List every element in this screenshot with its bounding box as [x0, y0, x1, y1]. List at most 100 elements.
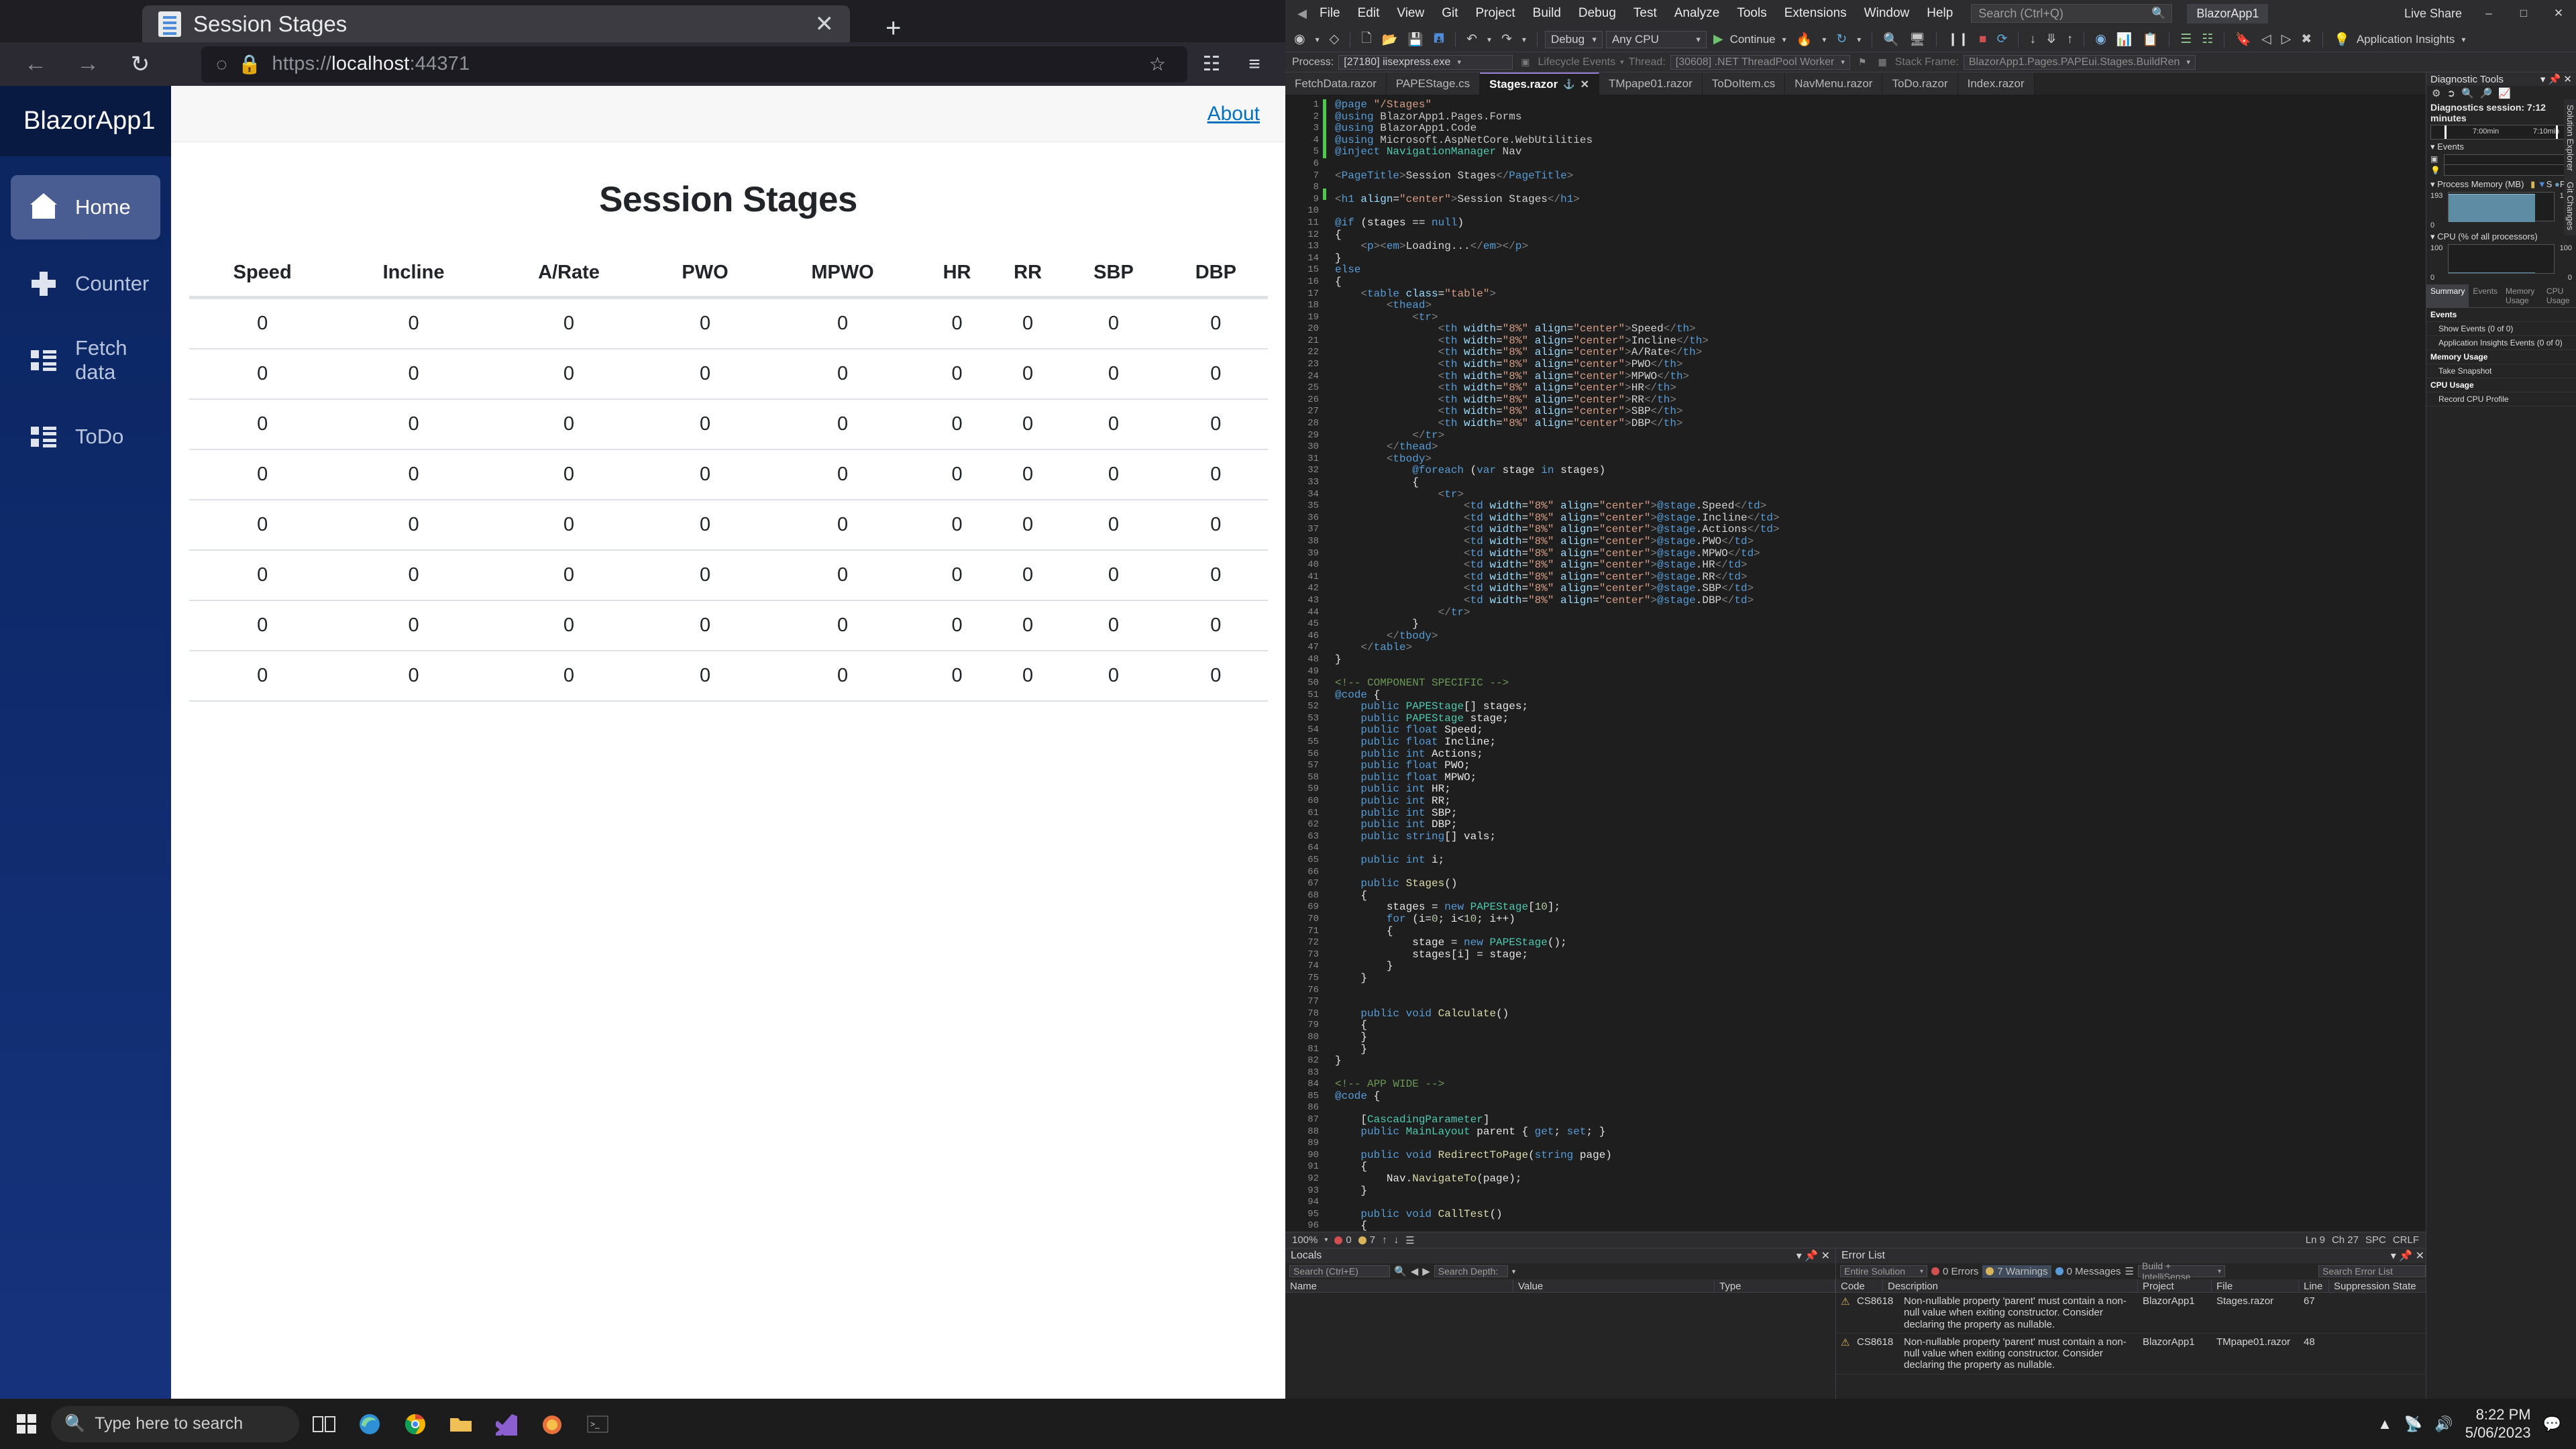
- code-line[interactable]: }: [1335, 1031, 2426, 1044]
- start-button[interactable]: [7, 1405, 47, 1444]
- code-line[interactable]: [1335, 996, 2426, 1008]
- code-line[interactable]: <td width="8%" align="center">@stage.Act…: [1335, 524, 2426, 536]
- memory-section-label[interactable]: ▾ Process Memory (MB) ▮ ▼S ●P..: [2426, 177, 2576, 192]
- code-line[interactable]: <thead>: [1335, 299, 2426, 312]
- close-icon[interactable]: ✕: [1580, 78, 1589, 91]
- code-line[interactable]: }: [1335, 1185, 2426, 1197]
- vs-menu-help[interactable]: Help: [1918, 2, 1962, 25]
- error-count[interactable]: 0: [1334, 1234, 1352, 1246]
- document-tab[interactable]: ToDo.razor: [1882, 72, 1958, 95]
- error-filter-warnings[interactable]: 7 Warnings: [1982, 1265, 2051, 1278]
- about-link[interactable]: About: [1208, 103, 1260, 125]
- notifications-icon[interactable]: 💬: [2543, 1415, 2561, 1433]
- vs-menu-project[interactable]: Project: [1467, 2, 1524, 25]
- stop-debugging-icon[interactable]: ■: [1976, 32, 1990, 47]
- bookmark-star-icon[interactable]: ☆: [1149, 53, 1173, 75]
- close-button[interactable]: ✕: [2541, 7, 2576, 20]
- vs-menu-file[interactable]: File: [1311, 2, 1349, 25]
- vs-menu-build[interactable]: Build: [1524, 2, 1570, 25]
- taskbar-clock[interactable]: 8:22 PM 5/06/2023: [2465, 1406, 2531, 1442]
- code-line[interactable]: }: [1335, 961, 2426, 973]
- maximize-button[interactable]: □: [2506, 7, 2541, 20]
- spaces-indicator[interactable]: SPC: [2365, 1234, 2386, 1246]
- diagnostics-tab[interactable]: Memory Usage: [2502, 284, 2542, 307]
- code-line[interactable]: <td width="8%" align="center">@stage.DBP…: [1335, 594, 2426, 607]
- extensions-icon[interactable]: ☷: [1193, 52, 1230, 76]
- vs-menu-analyze[interactable]: Analyze: [1666, 2, 1729, 25]
- code-line[interactable]: <tr>: [1335, 488, 2426, 501]
- navigate-backward-icon[interactable]: ◉: [1291, 32, 1309, 47]
- code-line[interactable]: <th width="8%" align="center">A/Rate</th…: [1335, 347, 2426, 359]
- code-line[interactable]: </tr>: [1335, 606, 2426, 619]
- code-line[interactable]: public float MPWO;: [1335, 771, 2426, 784]
- code-line[interactable]: }: [1335, 1043, 2426, 1056]
- locals-window-icon[interactable]: ☷: [2198, 32, 2216, 47]
- diagnostics-timeline[interactable]: 7:00min 7:10min: [2430, 125, 2572, 140]
- code-line[interactable]: public float PWO;: [1335, 759, 2426, 772]
- code-line[interactable]: {: [1335, 229, 2426, 241]
- code-line[interactable]: public MainLayout parent { get; set; }: [1335, 1126, 2426, 1138]
- chevron-down-icon[interactable]: ▾: [1512, 1267, 1516, 1276]
- restart-dropdown-icon[interactable]: ▾: [1854, 35, 1864, 44]
- next-match-icon[interactable]: ▶: [1422, 1265, 1430, 1277]
- build-configuration-select[interactable]: Debug ▾: [1544, 30, 1603, 48]
- vs-menu-edit[interactable]: Edit: [1349, 2, 1389, 25]
- gear-icon[interactable]: ⚙: [2432, 87, 2440, 99]
- build-filter-icon[interactable]: ☰: [2125, 1265, 2134, 1277]
- code-line[interactable]: {: [1335, 1220, 2426, 1232]
- code-line[interactable]: public PAPEStage stage;: [1335, 712, 2426, 725]
- taskbar-search[interactable]: 🔍 Type here to search: [51, 1405, 299, 1442]
- code-line[interactable]: public float Speed;: [1335, 724, 2426, 737]
- code-line[interactable]: public void RedirectToPage(string page): [1335, 1149, 2426, 1162]
- restart-icon[interactable]: ↻: [1833, 32, 1850, 47]
- error-column-header[interactable]: Project: [2138, 1279, 2212, 1292]
- code-line[interactable]: <!-- COMPONENT SPECIFIC -->: [1335, 677, 2426, 690]
- next-issue-icon[interactable]: ↓: [1394, 1234, 1399, 1246]
- code-line[interactable]: @code {: [1335, 689, 2426, 702]
- code-line[interactable]: public int RR;: [1335, 795, 2426, 808]
- code-line[interactable]: public int SBP;: [1335, 807, 2426, 820]
- back-chevron-icon[interactable]: ◀: [1293, 7, 1311, 21]
- code-line[interactable]: {: [1335, 1020, 2426, 1032]
- code-line[interactable]: @foreach (var stage in stages): [1335, 465, 2426, 477]
- back-icon[interactable]: ←: [12, 47, 59, 82]
- side-tab[interactable]: Solution Explorer: [2564, 99, 2576, 176]
- code-line[interactable]: <th width="8%" align="center">PWO</th>: [1335, 358, 2426, 371]
- locals-column-header[interactable]: Type: [1715, 1279, 1835, 1292]
- step-into-icon[interactable]: ↓: [2026, 32, 2039, 47]
- close-icon[interactable]: ✕: [815, 11, 835, 38]
- code-line[interactable]: }: [1335, 972, 2426, 985]
- save-icon[interactable]: 💾: [1404, 32, 1427, 48]
- vs-menu-window[interactable]: Window: [1856, 2, 1919, 25]
- chrome-icon[interactable]: [394, 1405, 436, 1444]
- error-search-input[interactable]: Search Error List: [2318, 1265, 2426, 1277]
- chart-settings-icon[interactable]: 📈: [2498, 87, 2511, 99]
- prev-issue-icon[interactable]: ↑: [1382, 1234, 1387, 1246]
- flag-thread-icon[interactable]: ⚑: [1855, 56, 1870, 68]
- diagnostics-tab[interactable]: Summary: [2426, 284, 2469, 307]
- code-line[interactable]: @page "/Stages": [1335, 99, 2426, 111]
- code-line[interactable]: <tbody>: [1335, 453, 2426, 466]
- browser-tab[interactable]: Session Stages ✕: [142, 5, 850, 42]
- redo-dropdown-icon[interactable]: ▾: [1519, 35, 1529, 44]
- code-line[interactable]: <p><em>Loading...</em></p>: [1335, 240, 2426, 253]
- code-line[interactable]: <td width="8%" align="center">@stage.Inc…: [1335, 512, 2426, 525]
- restart-debug-icon[interactable]: ⟳: [1993, 32, 2010, 47]
- error-filter-errors[interactable]: 0 Errors: [1931, 1266, 1978, 1277]
- attach-process-icon[interactable]: 🔍: [1880, 32, 1902, 48]
- events-section-label[interactable]: ▾ Events: [2426, 140, 2576, 154]
- vs-search-box[interactable]: Search (Ctrl+Q) 🔍: [1971, 4, 2173, 23]
- task-view-icon[interactable]: [303, 1405, 345, 1444]
- code-line[interactable]: @using BlazorApp1.Pages.Forms: [1335, 111, 2426, 123]
- code-line[interactable]: stages[i] = stage;: [1335, 949, 2426, 961]
- code-line[interactable]: public float Incline;: [1335, 736, 2426, 749]
- error-filter-messages[interactable]: 0 Messages: [2055, 1266, 2121, 1277]
- redo-icon[interactable]: ↷: [1498, 32, 1515, 47]
- app-brand[interactable]: BlazorApp1: [0, 86, 171, 156]
- code-line[interactable]: }: [1335, 1055, 2426, 1067]
- code-line[interactable]: {: [1335, 890, 2426, 902]
- issue-filter-icon[interactable]: ☰: [1405, 1234, 1414, 1246]
- search-depth-input[interactable]: Search Depth:: [1434, 1265, 1508, 1277]
- code-line[interactable]: @if (stages == null): [1335, 217, 2426, 229]
- warning-count[interactable]: 7: [1358, 1234, 1375, 1246]
